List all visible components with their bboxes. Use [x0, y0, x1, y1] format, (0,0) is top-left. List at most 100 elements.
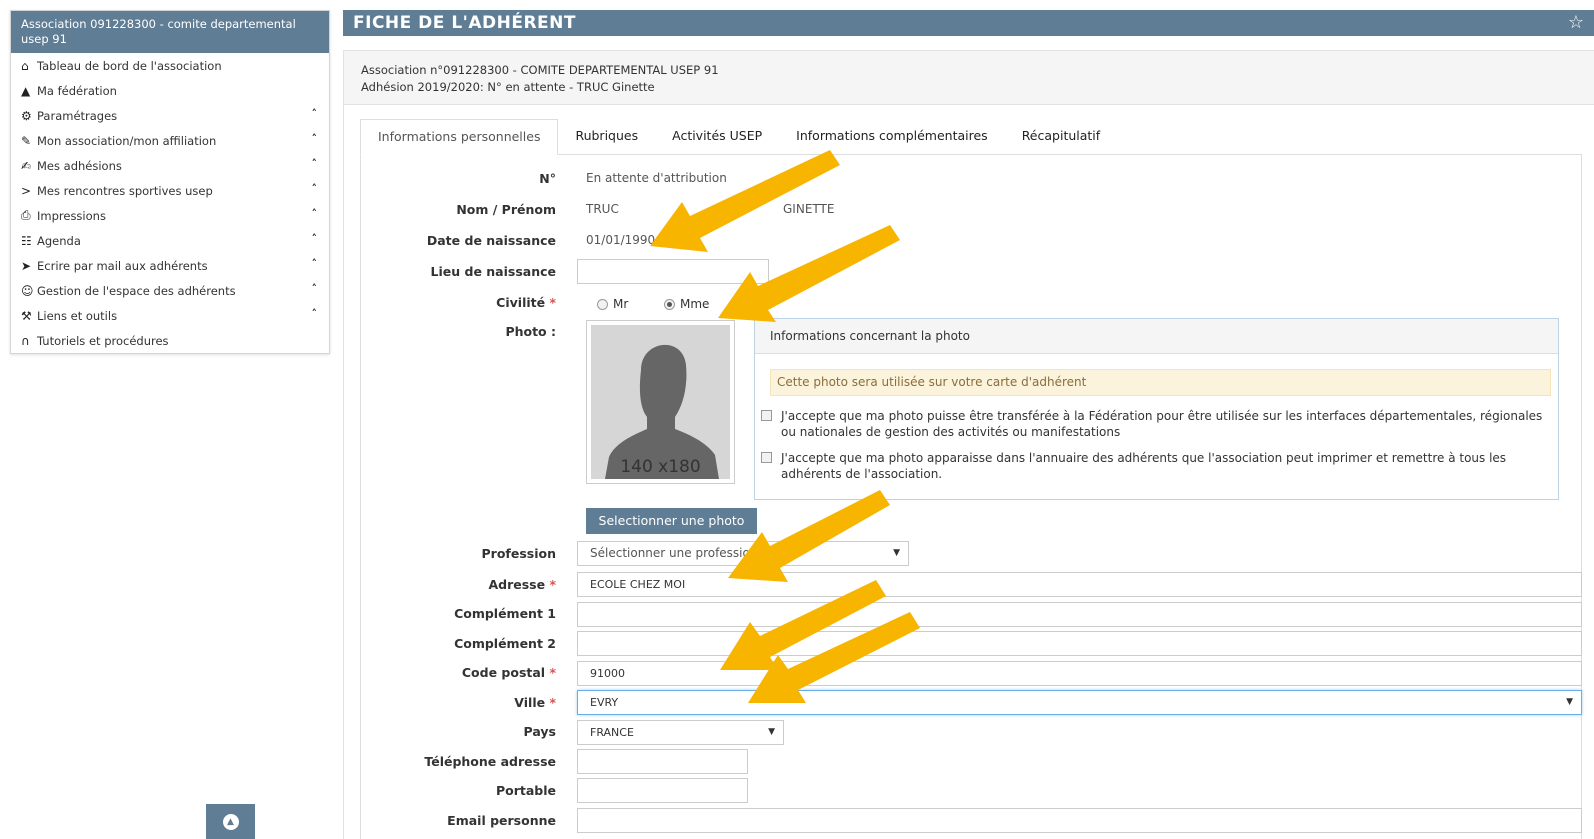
chevron-up-icon[interactable]: ˄: [312, 132, 318, 145]
lieu-naissance-input[interactable]: [577, 259, 769, 284]
chevron-up-icon[interactable]: ˄: [312, 282, 318, 295]
photo-info-panel: Informations concernant la photo Cette p…: [754, 318, 1559, 500]
photo-info-title: Informations concernant la photo: [755, 319, 1558, 354]
email-input[interactable]: [577, 808, 1582, 833]
tab-informations-complementaires[interactable]: Informations complémentaires: [779, 119, 1005, 155]
required-mark: *: [549, 695, 556, 710]
send-icon: ➤: [21, 258, 32, 273]
complement-1-input[interactable]: [577, 602, 1582, 627]
sidebar-item[interactable]: > Mes rencontres sportives usep ˄: [11, 178, 329, 203]
complement-2-input[interactable]: [577, 631, 1582, 656]
sidebar-item[interactable]: ✎ Mon association/mon affiliation ˄: [11, 128, 329, 153]
consent-federation[interactable]: J'accepte que ma photo puisse être trans…: [761, 408, 1551, 440]
print-icon: ⎙: [21, 208, 31, 222]
civilite-text: Civilité: [496, 295, 546, 310]
label-photo: Photo :: [505, 324, 556, 339]
label-adresse: Adresse *: [356, 577, 556, 592]
adhesion-line: Adhésion 2019/2020: N° en attente - TRUC…: [361, 80, 655, 94]
photo-placeholder[interactable]: 140 x180: [586, 320, 735, 484]
pays-value: FRANCE: [590, 726, 634, 739]
tab-activites-usep[interactable]: Activités USEP: [655, 119, 779, 155]
scroll-top-button[interactable]: ▲: [206, 804, 255, 839]
adresse-input[interactable]: ECOLE CHEZ MOI: [577, 572, 1582, 597]
sidebar-item-label: Impressions: [37, 208, 106, 223]
label-civilite: Civilité *: [356, 295, 556, 310]
photo-warning: Cette photo sera utilisée sur votre cart…: [770, 369, 1551, 396]
radio-mme-dot[interactable]: [664, 298, 675, 310]
required-mark: *: [549, 665, 556, 680]
sidebar-item-label: Ma fédération: [37, 83, 117, 98]
wrench-icon: ⚒: [21, 308, 32, 323]
consent-federation-text: J'accepte que ma photo puisse être trans…: [781, 409, 1543, 439]
sidebar-item[interactable]: ⌂ Tableau de bord de l'association: [11, 53, 329, 78]
dropdown-arrow-icon: ▼: [893, 548, 900, 558]
silhouette-image: 140 x180: [591, 325, 730, 479]
label-complement-1: Complément 1: [454, 606, 556, 621]
sidebar: Association 091228300 - comite departeme…: [10, 10, 330, 354]
chevron-up-icon[interactable]: ˄: [312, 182, 318, 195]
home-icon: ⌂: [21, 58, 29, 73]
code-postal-text: Code postal: [461, 665, 546, 680]
radio-mme-label: Mme: [680, 297, 710, 311]
sidebar-item-label: Gestion de l'espace des adhérents: [37, 283, 236, 298]
ville-select[interactable]: EVRY ▼: [577, 690, 1582, 715]
sidebar-item[interactable]: ➤ Ecrire par mail aux adhérents ˄: [11, 253, 329, 278]
sidebar-item[interactable]: ⎙ Impressions ˄: [11, 203, 329, 228]
label-complement-2: Complément 2: [454, 636, 556, 651]
association-line: Association n°091228300 - COMITE DEPARTE…: [361, 63, 719, 77]
panel-header: Association n°091228300 - COMITE DEPARTE…: [344, 51, 1594, 105]
pays-select[interactable]: FRANCE ▼: [577, 720, 784, 745]
star-icon[interactable]: ☆: [1568, 12, 1584, 33]
sidebar-item[interactable]: ☺ Gestion de l'espace des adhérents ˄: [11, 278, 329, 303]
tab-recapitulatif[interactable]: Récapitulatif: [1005, 119, 1118, 155]
consent-annuaire[interactable]: J'accepte que ma photo apparaisse dans l…: [761, 450, 1551, 482]
telephone-input[interactable]: [577, 749, 748, 774]
tab-informations-personnelles[interactable]: Informations personnelles: [360, 119, 559, 155]
sidebar-item[interactable]: ✍ Mes adhésions ˄: [11, 153, 329, 178]
calendar-icon: ☷: [21, 233, 32, 248]
label-date-naissance: Date de naissance: [426, 233, 556, 248]
radio-mr[interactable]: Mr: [597, 297, 628, 311]
consent-annuaire-text: J'accepte que ma photo apparaisse dans l…: [781, 451, 1507, 481]
edit-icon: ✍: [21, 158, 32, 173]
radio-mme[interactable]: Mme: [664, 297, 709, 311]
tab-bar: Informations personnelles Rubriques Acti…: [360, 119, 1117, 155]
sidebar-item-label: Ecrire par mail aux adhérents: [37, 258, 208, 273]
pencil-icon: ✎: [21, 133, 32, 148]
code-postal-input[interactable]: 91000: [577, 661, 1582, 686]
dropdown-arrow-icon: ▼: [768, 727, 775, 737]
sidebar-item[interactable]: ☷ Agenda ˄: [11, 228, 329, 253]
page-title-bar: FICHE DE L'ADHÉRENT ☆: [343, 10, 1594, 36]
sidebar-item[interactable]: ∩ Tutoriels et procédures: [11, 328, 329, 353]
sidebar-item[interactable]: ⚙ Paramétrages ˄: [11, 103, 329, 128]
label-portable: Portable: [495, 783, 556, 798]
label-lieu-naissance: Lieu de naissance: [430, 264, 556, 279]
chevron-up-icon[interactable]: ˄: [312, 257, 318, 270]
chevron-up-icon: ▲: [222, 813, 239, 830]
chevron-up-icon[interactable]: ˄: [312, 232, 318, 245]
consent-annuaire-checkbox[interactable]: [761, 452, 772, 463]
chevron-up-icon[interactable]: ˄: [312, 107, 318, 120]
user-icon: ☺: [21, 283, 34, 298]
sidebar-item[interactable]: ⚒ Liens et outils ˄: [11, 303, 329, 328]
consent-federation-checkbox[interactable]: [761, 410, 772, 421]
chevron-up-icon[interactable]: ˄: [312, 207, 318, 220]
portable-input[interactable]: [577, 778, 748, 803]
sidebar-header[interactable]: Association 091228300 - comite departeme…: [11, 11, 329, 53]
page-title: FICHE DE L'ADHÉRENT: [353, 13, 576, 33]
select-photo-button[interactable]: Selectionner une photo: [586, 508, 757, 534]
profession-select[interactable]: Sélectionner une profession ▼: [577, 541, 909, 566]
profession-value: Sélectionner une profession: [590, 546, 758, 560]
sidebar-item-label: Liens et outils: [37, 308, 118, 323]
chevron-up-icon[interactable]: ˄: [312, 307, 318, 320]
photo-size-text: 140 x180: [620, 457, 701, 477]
sidebar-item-label: Mes rencontres sportives usep: [37, 183, 213, 198]
bank-icon: ▲: [21, 83, 31, 98]
sidebar-item-label: Agenda: [37, 233, 81, 248]
radio-mr-dot[interactable]: [597, 298, 608, 310]
headphones-icon: ∩: [21, 333, 30, 348]
adresse-text: Adresse: [488, 577, 546, 592]
tab-rubriques[interactable]: Rubriques: [558, 119, 655, 155]
chevron-up-icon[interactable]: ˄: [312, 157, 318, 170]
sidebar-item[interactable]: ▲ Ma fédération: [11, 78, 329, 103]
